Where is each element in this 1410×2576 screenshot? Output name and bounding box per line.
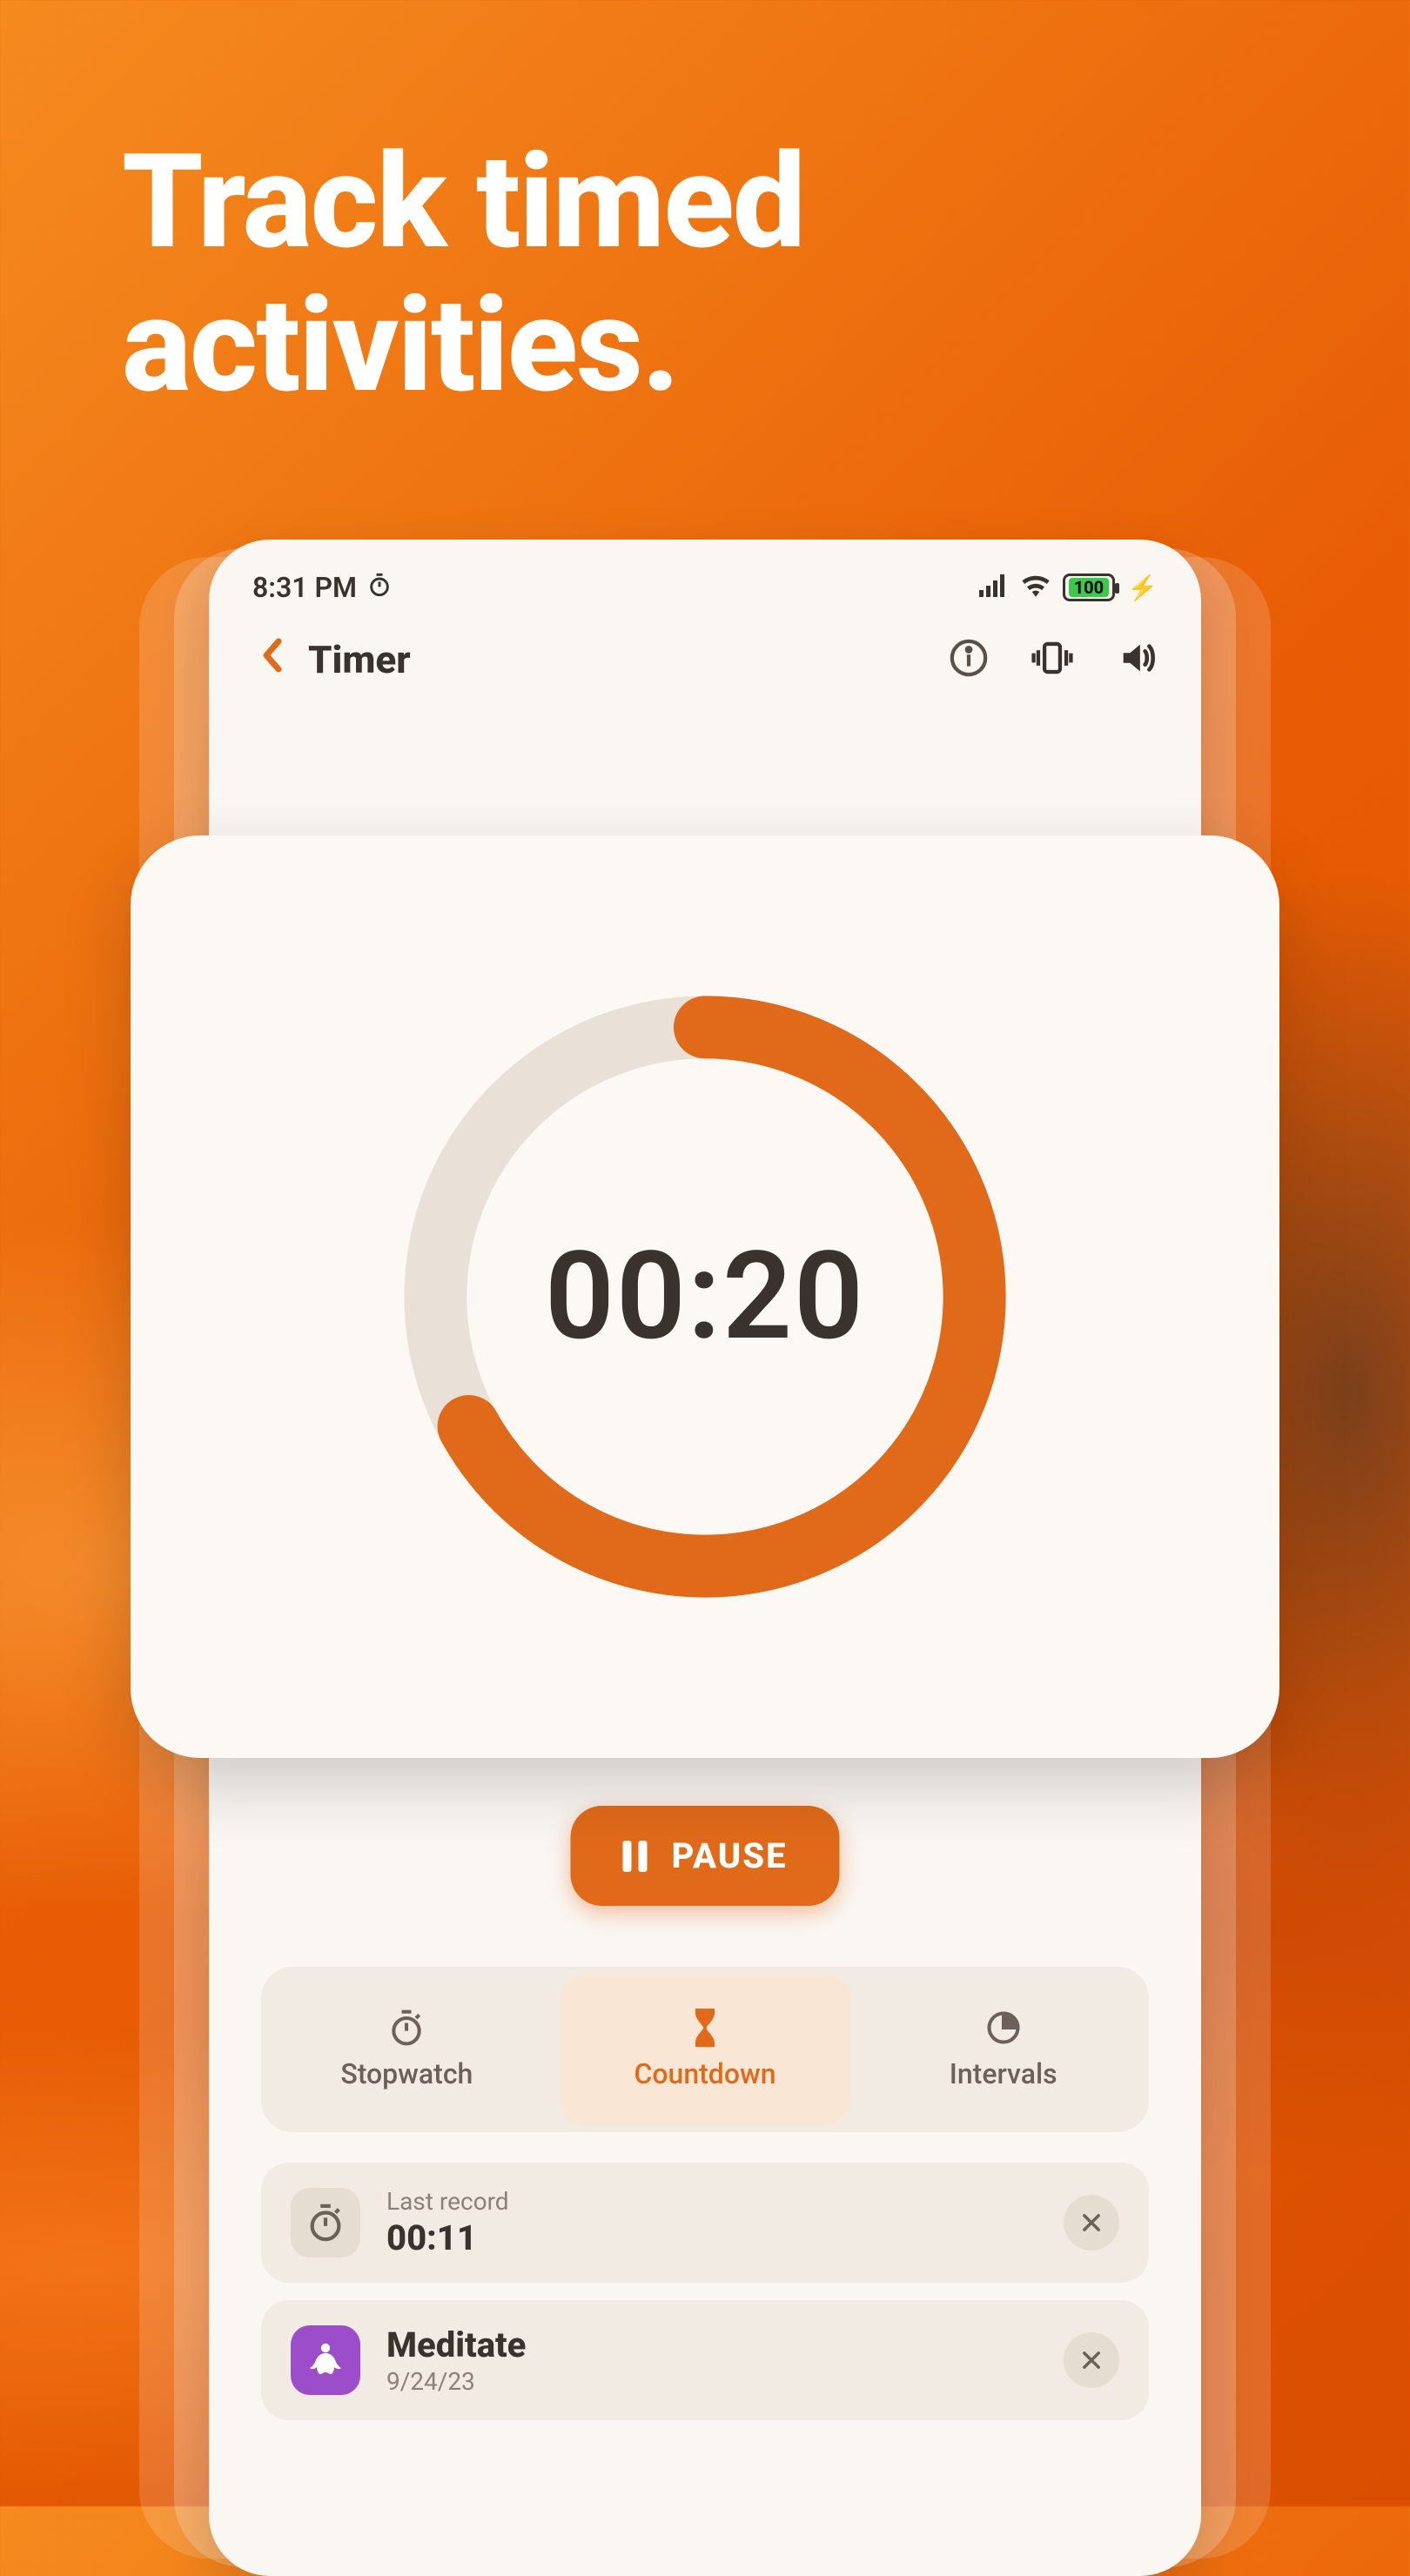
battery-level: 100	[1069, 578, 1109, 597]
tab-label: Intervals	[950, 2057, 1058, 2090]
interval-icon	[984, 2009, 1023, 2047]
timer-card: 00:20	[131, 835, 1279, 1758]
nav-bar: Timer	[209, 613, 1201, 714]
mode-tabs: Stopwatch Countdown Intervals	[261, 1967, 1149, 2132]
pause-label: PAUSE	[671, 1835, 787, 1876]
close-icon	[1079, 2210, 1104, 2235]
stopwatch-status-icon	[367, 571, 392, 604]
last-record-value: 00:11	[386, 2217, 1037, 2258]
wifi-icon	[1021, 571, 1051, 604]
tab-label: Countdown	[634, 2057, 776, 2090]
battery-icon: 100	[1063, 574, 1115, 601]
last-record-label: Last record	[386, 2187, 1037, 2216]
tab-stopwatch[interactable]: Stopwatch	[261, 1967, 553, 2132]
signal-icon	[979, 571, 1009, 604]
activity-date: 9/24/23	[386, 2367, 1037, 2396]
hourglass-icon	[688, 2009, 722, 2047]
charging-icon: ⚡	[1127, 574, 1158, 602]
volume-icon[interactable]	[1116, 638, 1158, 681]
countdown-ring: 00:20	[392, 983, 1018, 1610]
records-list: Last record 00:11 Meditate 9/24/23	[261, 2163, 1149, 2420]
activity-row[interactable]: Meditate 9/24/23	[261, 2300, 1149, 2420]
last-record-row[interactable]: Last record 00:11	[261, 2163, 1149, 2283]
info-icon[interactable]	[949, 638, 989, 681]
dismiss-button[interactable]	[1064, 2332, 1119, 2388]
tab-intervals[interactable]: Intervals	[857, 1967, 1149, 2132]
page-title: Timer	[308, 637, 931, 682]
stopwatch-icon	[291, 2188, 360, 2257]
back-button[interactable]	[252, 637, 291, 682]
close-icon	[1079, 2348, 1104, 2372]
activity-title: Meditate	[386, 2324, 1037, 2365]
stopwatch-icon	[387, 2009, 426, 2047]
hero-headline: Track timed activities.	[122, 131, 804, 418]
vibrate-icon[interactable]	[1031, 638, 1074, 681]
hero-line-2: activities.	[122, 274, 804, 418]
meditate-icon	[291, 2325, 360, 2395]
hero-line-1: Track timed	[122, 131, 804, 274]
pause-button[interactable]: PAUSE	[570, 1806, 839, 1906]
tab-countdown[interactable]: Countdown	[560, 1974, 851, 2125]
tab-label: Stopwatch	[340, 2057, 473, 2090]
status-time: 8:31 PM	[252, 571, 357, 604]
pause-icon	[622, 1841, 647, 1872]
status-bar: 8:31 PM 100	[209, 540, 1201, 613]
timer-display: 00:20	[392, 983, 1018, 1610]
dismiss-button[interactable]	[1064, 2195, 1119, 2251]
